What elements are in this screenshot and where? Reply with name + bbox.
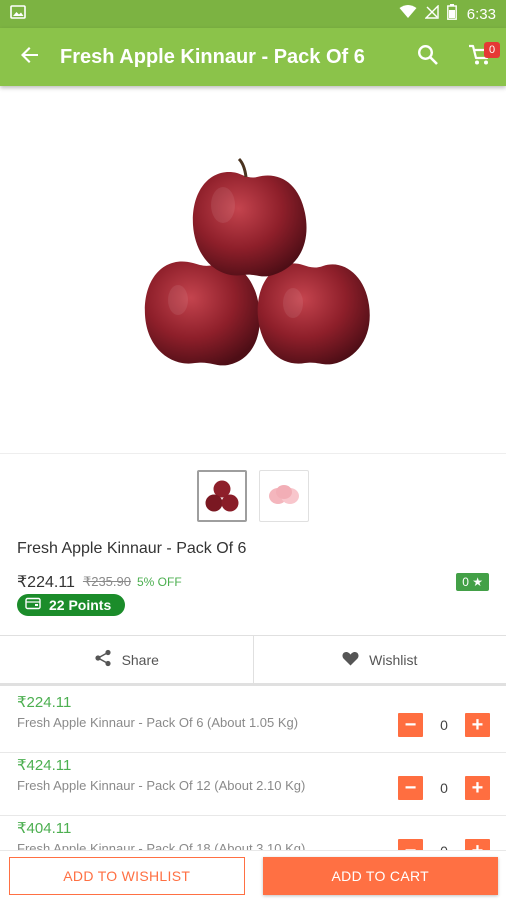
wishlist-button[interactable]: Wishlist: [252, 636, 506, 683]
variant-price: ₹404.11: [17, 820, 72, 837]
quantity-value: 0: [440, 780, 448, 796]
variant-price: ₹224.11: [17, 694, 72, 711]
status-bar-right: 6:33: [399, 4, 496, 24]
quantity-value: 0: [440, 717, 448, 733]
quantity-value: 0: [423, 843, 465, 850]
quantity-stepper: − 0 +: [398, 776, 490, 800]
quantity-stepper: − 0 +: [398, 839, 490, 850]
status-bar: 6:33: [0, 0, 506, 28]
back-button[interactable]: [0, 28, 60, 86]
variant-row: ₹404.11 Fresh Apple Kinnaur - Pack Of 18…: [0, 816, 506, 850]
thumbnail-red-apples[interactable]: [197, 470, 247, 522]
product-image[interactable]: [0, 86, 506, 454]
discount-label: 5% OFF: [136, 575, 182, 589]
add-to-cart-button[interactable]: ADD TO CART: [262, 856, 498, 895]
variant-name: Fresh Apple Kinnaur - Pack Of 12 (About …: [17, 778, 306, 793]
decrease-quantity-button[interactable]: −: [398, 839, 423, 850]
page-title: Fresh Apple Kinnaur - Pack Of 6: [60, 45, 365, 68]
add-to-wishlist-button[interactable]: ADD TO WISHLIST: [9, 856, 245, 895]
thumbnail-strip: [0, 470, 506, 524]
decrease-quantity-button[interactable]: −: [398, 713, 423, 737]
points-label: 22 Points: [49, 597, 112, 613]
wallet-icon: [25, 597, 41, 613]
status-time: 6:33: [466, 5, 496, 23]
share-icon: [94, 649, 112, 670]
rating-badge[interactable]: 0 ★: [456, 573, 489, 591]
product-price: ₹224.11: [17, 574, 75, 591]
variant-row: ₹424.11 Fresh Apple Kinnaur - Pack Of 12…: [0, 753, 506, 816]
variant-name: Fresh Apple Kinnaur - Pack Of 6 (About 1…: [17, 715, 299, 730]
wishlist-label: Wishlist: [369, 651, 418, 668]
no-signal-icon: [424, 4, 439, 23]
action-row: Share Wishlist: [0, 635, 506, 686]
app-bar: Fresh Apple Kinnaur - Pack Of 6 0: [0, 28, 506, 86]
bottom-action-bar: ADD TO WISHLIST ADD TO CART: [0, 850, 506, 900]
thumbnail-peeled-apples[interactable]: [259, 470, 309, 522]
wifi-icon: [399, 5, 417, 23]
heart-icon: [342, 651, 359, 669]
search-button[interactable]: [402, 28, 454, 86]
cart-count-badge: 0: [484, 42, 500, 58]
share-label: Share: [121, 651, 159, 668]
image-notification-icon: [10, 4, 26, 24]
apples-image: [144, 157, 370, 365]
variant-name: Fresh Apple Kinnaur - Pack Of 18 (About …: [17, 841, 306, 850]
increase-quantity-button[interactable]: +: [465, 776, 490, 800]
product-mrp: ₹235.90: [82, 574, 131, 589]
variant-price: ₹424.11: [17, 757, 72, 774]
share-button[interactable]: Share: [0, 636, 253, 683]
variant-row: ₹224.11 Fresh Apple Kinnaur - Pack Of 6 …: [0, 690, 506, 753]
arrow-back-icon: [20, 45, 40, 70]
search-icon: [417, 44, 439, 71]
battery-icon: [446, 4, 457, 24]
price-row: ₹224.11 ₹235.90 5% OFF 0 ★: [17, 572, 489, 592]
red-apples-thumbnail: [205, 480, 239, 512]
increase-quantity-button[interactable]: +: [465, 839, 490, 850]
increase-quantity-button[interactable]: +: [465, 713, 490, 737]
peeled-apples-thumbnail: [269, 485, 299, 504]
decrease-quantity-button[interactable]: −: [398, 776, 423, 800]
cart-button[interactable]: 0: [454, 28, 506, 86]
quantity-stepper: − 0 +: [398, 713, 490, 737]
product-name: Fresh Apple Kinnaur - Pack Of 6: [17, 540, 247, 557]
variants-list: ₹224.11 Fresh Apple Kinnaur - Pack Of 6 …: [0, 690, 506, 850]
status-bar-left: [10, 4, 26, 24]
points-badge: 22 Points: [17, 594, 126, 616]
